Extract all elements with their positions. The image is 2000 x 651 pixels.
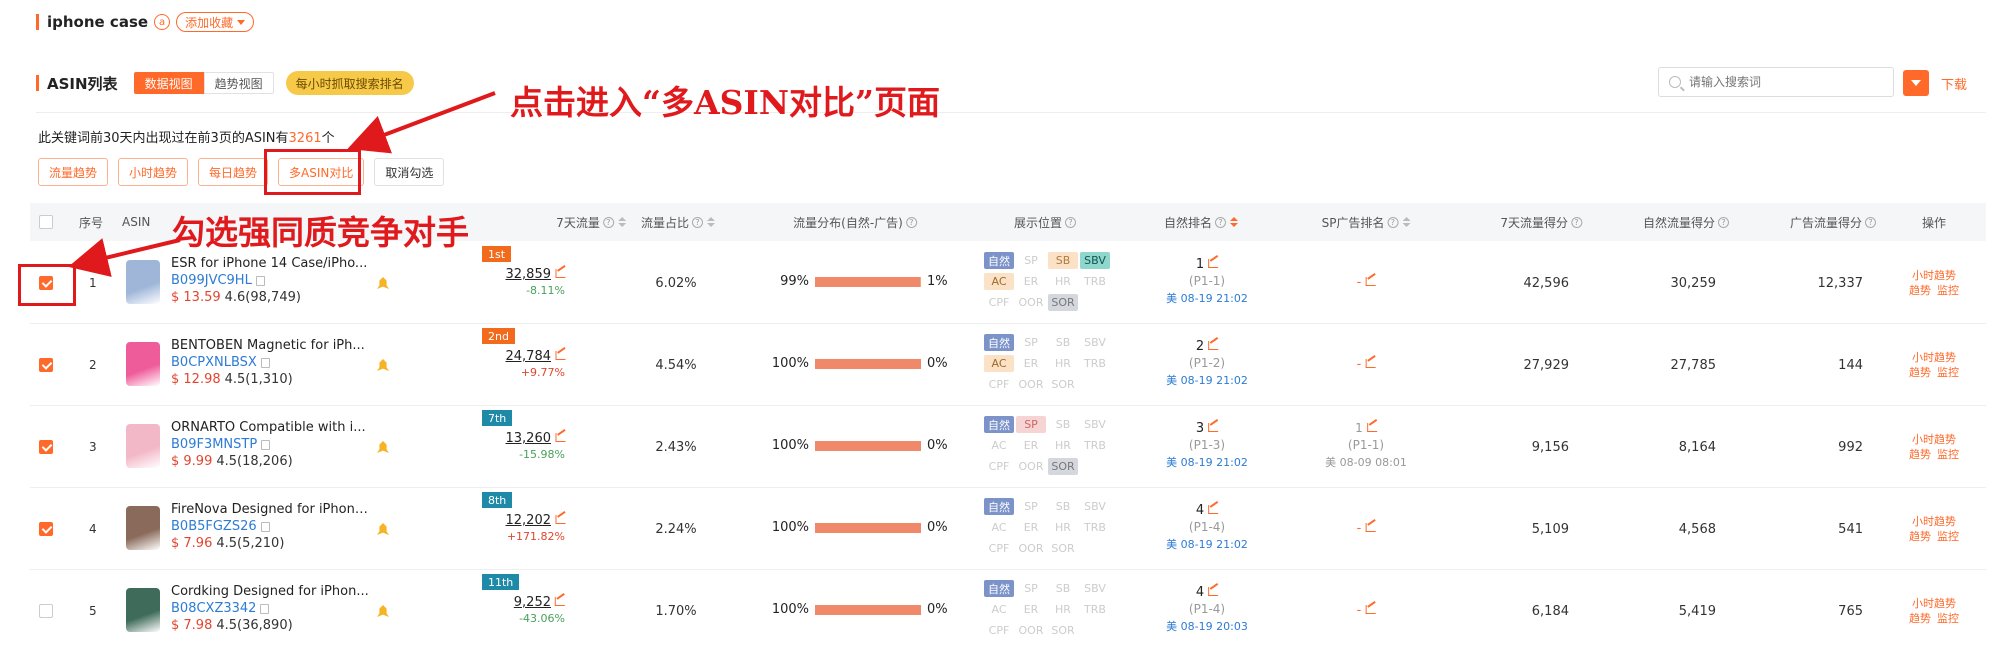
annotation-arrows (68, 91, 496, 277)
arrow-to-compare (347, 91, 496, 154)
arrow-to-checkbox (68, 238, 181, 277)
annotation-compare-hint: 点击进入“多ASIN对比”页面 (510, 83, 940, 122)
annotation-select-hint: 勾选强同质竞争对手 (172, 213, 469, 252)
